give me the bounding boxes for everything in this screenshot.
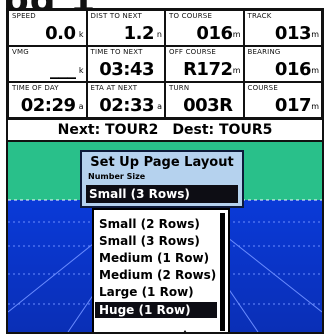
position-arrow-icon (180, 330, 190, 332)
field-value: 1.2 (123, 23, 155, 44)
dialog-title: Set Up Page Layout (90, 155, 234, 170)
field-off-course[interactable]: OFF COURSE R172 m (165, 46, 244, 82)
field-label: TO COURSE (169, 12, 213, 20)
field-value: 0.0 (45, 23, 76, 44)
field-unit: m (311, 66, 319, 75)
page-layout-dialog: Set Up Page Layout Number Size Small (3 … (80, 150, 244, 208)
field-unit: a (157, 102, 162, 111)
option-small-3-rows[interactable]: Small (3 Rows) (99, 233, 200, 249)
field-to-course[interactable]: TO COURSE 016 m (165, 10, 244, 46)
field-vmg[interactable]: VMG ___ k (8, 46, 87, 82)
field-label: VMG (12, 48, 29, 56)
field-value: 013 (274, 23, 312, 44)
field-value: 016 (196, 23, 233, 44)
field-unit: n (156, 30, 162, 39)
field-course[interactable]: COURSE 017 m (243, 82, 322, 118)
dropdown-scrollbar[interactable] (220, 213, 225, 331)
data-fields-grid: SPEED 0.0 k DIST TO NEXT 1.2 n TO COURSE 016 m… (8, 10, 322, 118)
option-large-1-row[interactable]: Large (1 Row) (99, 284, 194, 300)
field-time-of-day[interactable]: TIME OF DAY 02:29 a (8, 82, 87, 118)
option-medium-1-row[interactable]: Medium (1 Row) (99, 250, 209, 266)
field-time-to-next[interactable]: TIME TO NEXT 03:43 (86, 46, 165, 82)
field-value: ___ (50, 59, 76, 80)
gps-screen: SPEED 0.0 k DIST TO NEXT 1.2 n TO COURSE 016 m… (6, 8, 324, 334)
field-eta-at-next[interactable]: ETA AT NEXT 02:33 a (86, 82, 165, 118)
field-unit: m (311, 30, 319, 39)
field-label: ETA AT NEXT (90, 84, 138, 92)
field-value: R172 (183, 59, 233, 80)
field-unit: k (78, 30, 84, 39)
option-medium-2-rows[interactable]: Medium (2 Rows) (99, 267, 216, 283)
number-size-dropdown: Small (2 Rows) Small (3 Rows) Medium (1 … (92, 208, 230, 332)
field-bearing[interactable]: BEARING 016 m (243, 46, 322, 82)
field-unit: m (232, 30, 241, 39)
field-label: TRACK (247, 12, 272, 20)
field-label: SPEED (12, 12, 36, 20)
field-track[interactable]: TRACK 013 m (243, 10, 322, 46)
option-huge-1-row[interactable]: Huge (1 Row) (95, 302, 217, 318)
field-unit: m (232, 66, 241, 75)
field-dist-to-next[interactable]: DIST TO NEXT 1.2 n (86, 10, 165, 46)
number-size-select[interactable]: Small (3 Rows) (86, 185, 238, 203)
field-value: 02:29 (20, 95, 76, 116)
option-small-2-rows[interactable]: Small (2 Rows) (99, 216, 200, 232)
field-label: TIME TO NEXT (90, 48, 143, 56)
field-unit: a (78, 102, 84, 111)
number-size-label: Number Size (88, 172, 146, 181)
field-label: COURSE (247, 84, 278, 92)
next-waypoint: Next: TOUR2 (57, 122, 159, 138)
destination-waypoint: Dest: TOUR5 (172, 122, 273, 138)
field-label: BEARING (247, 48, 281, 56)
next-dest-bar: Next: TOUR2 Dest: TOUR5 (8, 118, 322, 142)
field-value: 02:33 (99, 95, 154, 116)
field-turn[interactable]: TURN 003R (165, 82, 244, 118)
field-unit: m (311, 102, 319, 111)
field-value: 003R (183, 95, 233, 116)
field-value: 016 (274, 59, 312, 80)
field-label: TURN (169, 84, 190, 92)
field-label: TIME OF DAY (12, 84, 59, 92)
field-label: DIST TO NEXT (90, 12, 142, 20)
field-value: 017 (274, 95, 312, 116)
field-label: OFF COURSE (169, 48, 217, 56)
field-speed[interactable]: SPEED 0.0 k (8, 10, 87, 46)
field-value: 03:43 (99, 59, 154, 80)
field-unit: k (78, 66, 84, 75)
